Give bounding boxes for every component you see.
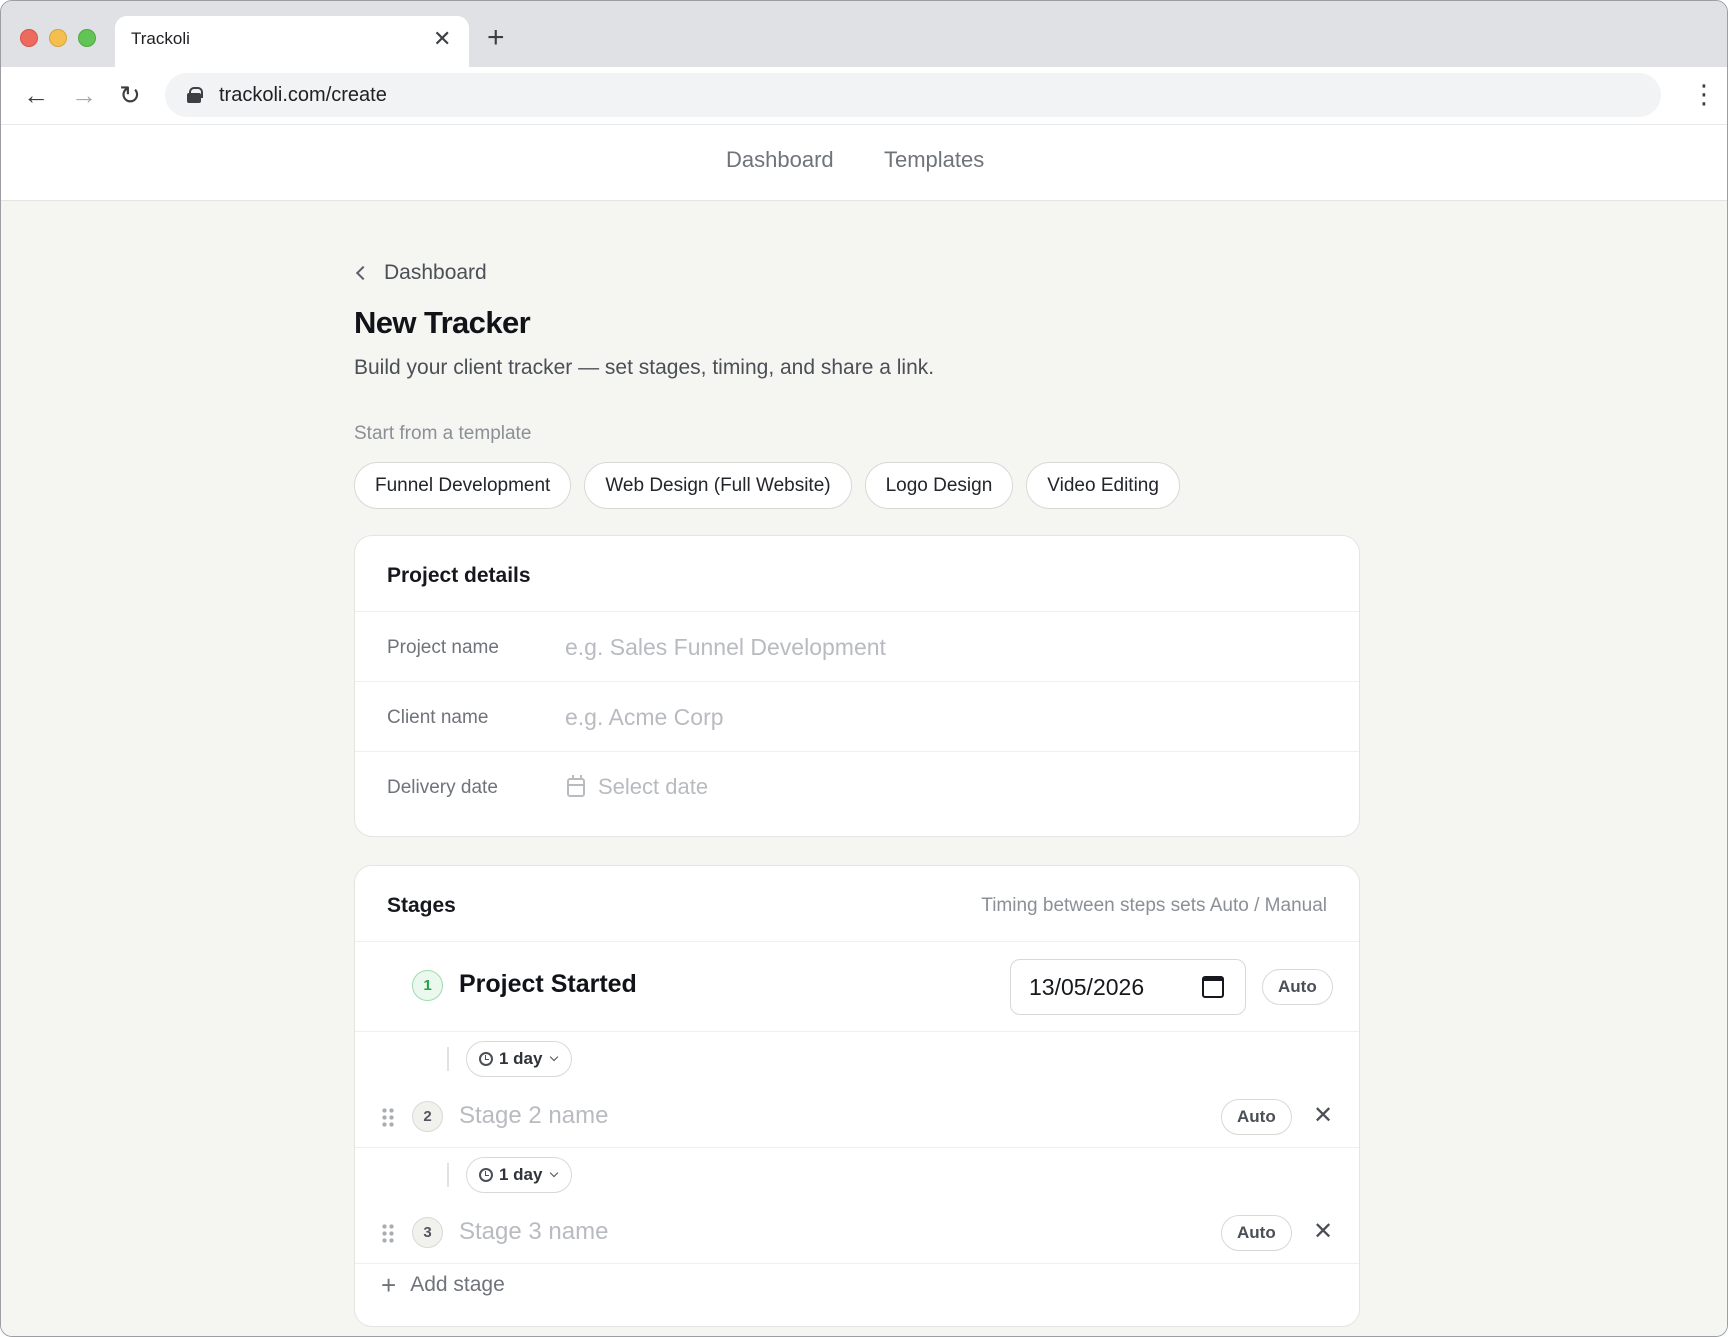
browser-menu-icon[interactable]: ⋮	[1691, 81, 1717, 107]
url-field[interactable]: trackoli.com/create	[165, 73, 1661, 117]
connector-line	[447, 1163, 449, 1187]
breadcrumb-back-link[interactable]: Dashboard	[354, 259, 487, 287]
date-value: 13/05/2026	[1029, 974, 1145, 1000]
tab-strip: Trackoli ✕ +	[1, 1, 1727, 67]
stage-number-badge: 3	[412, 1217, 443, 1248]
plus-icon: +	[381, 1270, 397, 1300]
stage-mode-toggle[interactable]: Auto	[1262, 969, 1333, 1005]
minimize-window-button[interactable]	[49, 29, 67, 47]
close-icon[interactable]: ✕	[1313, 1220, 1333, 1244]
template-chip-logo-design[interactable]: Logo Design	[864, 462, 1014, 509]
field-label: Delivery date	[387, 777, 498, 798]
card-title: Stages	[387, 894, 456, 917]
duration-label: 1 day	[499, 1049, 543, 1068]
stage-row-3: 3 Auto ✕	[355, 1202, 1359, 1264]
page-subtitle: Build your client tracker — set stages, …	[354, 356, 935, 379]
add-stage-label: Add stage	[410, 1273, 505, 1296]
new-tab-icon[interactable]: +	[487, 23, 505, 53]
calendar-icon[interactable]	[1202, 976, 1224, 998]
browser-window: Trackoli ✕ + ← → ↻ trackoli.com/create ⋮…	[0, 0, 1728, 1337]
clock-icon	[479, 1052, 493, 1066]
duration-dropdown[interactable]: 1 day	[466, 1157, 573, 1193]
stage-number-badge: 1	[412, 970, 443, 1001]
card-title: Project details	[387, 564, 531, 587]
stage-name-input[interactable]	[459, 1216, 1099, 1248]
stage-row-2: 2 Auto ✕	[355, 1086, 1359, 1148]
main-content: Dashboard New Tracker Build your client …	[1, 201, 1727, 1336]
date-placeholder: Select date	[598, 774, 709, 799]
template-chip-web-design[interactable]: Web Design (Full Website)	[584, 462, 852, 509]
address-bar: ← → ↻ trackoli.com/create ⋮	[1, 67, 1727, 125]
project-name-row: Project name	[355, 612, 1359, 682]
card-header: Project details	[355, 536, 1359, 612]
lock-icon	[187, 87, 203, 103]
delivery-date-row: Delivery date Select date	[355, 752, 1359, 836]
card-header: Stages Timing between steps sets Auto / …	[355, 866, 1359, 942]
template-section-label: Start from a template	[354, 423, 532, 444]
template-chip-list: Funnel Development Web Design (Full Webs…	[354, 462, 1180, 509]
delivery-date-picker[interactable]: Select date	[567, 774, 708, 800]
add-stage-button[interactable]: + Add stage	[381, 1272, 505, 1298]
stage-name: Project Started	[459, 970, 637, 998]
stage-name-input[interactable]	[459, 1100, 1099, 1132]
breadcrumb-label: Dashboard	[384, 261, 487, 284]
duration-dropdown[interactable]: 1 day	[466, 1041, 573, 1077]
calendar-icon	[567, 774, 585, 797]
connector-line	[447, 1047, 449, 1071]
drag-handle-icon[interactable]	[381, 1223, 394, 1243]
close-icon[interactable]: ✕	[1313, 1104, 1333, 1128]
nav-link-dashboard[interactable]: Dashboard	[726, 147, 834, 173]
chevron-down-icon	[550, 1052, 559, 1062]
maximize-window-button[interactable]	[78, 29, 96, 47]
stage-mode-toggle[interactable]: Auto	[1221, 1215, 1292, 1251]
stages-card: Stages Timing between steps sets Auto / …	[354, 865, 1360, 1327]
chevron-left-icon	[355, 265, 371, 281]
chevron-down-icon	[550, 1168, 559, 1178]
project-name-input[interactable]	[565, 630, 1325, 664]
close-icon[interactable]: ✕	[433, 28, 451, 50]
stages-hint: Timing between steps sets Auto / Manual	[981, 895, 1327, 916]
drag-handle-icon[interactable]	[381, 1107, 394, 1127]
close-window-button[interactable]	[20, 29, 38, 47]
client-name-row: Client name	[355, 682, 1359, 752]
back-arrow-icon[interactable]: ←	[23, 82, 49, 108]
stage-gap-row: 1 day	[355, 1148, 1359, 1202]
reload-icon[interactable]: ↻	[119, 82, 141, 108]
nav-link-templates[interactable]: Templates	[884, 147, 984, 173]
tab-title: Trackoli	[131, 29, 190, 48]
stage-number-badge: 2	[412, 1101, 443, 1132]
app-top-nav: Dashboard Templates	[1, 125, 1727, 201]
field-label: Client name	[387, 707, 489, 728]
field-label: Project name	[387, 637, 499, 658]
client-name-input[interactable]	[565, 700, 1325, 734]
stage-mode-toggle[interactable]: Auto	[1221, 1099, 1292, 1135]
project-details-card: Project details Project name Client name…	[354, 535, 1360, 837]
page-title: New Tracker	[354, 305, 531, 340]
template-chip-video-editing[interactable]: Video Editing	[1026, 462, 1180, 509]
clock-icon	[479, 1168, 493, 1182]
url-text: trackoli.com/create	[219, 84, 387, 106]
duration-label: 1 day	[499, 1165, 543, 1184]
template-chip-funnel-development[interactable]: Funnel Development	[354, 462, 572, 509]
forward-arrow-icon[interactable]: →	[71, 82, 97, 108]
stage-row-1: 1 Project Started 13/05/2026 Auto	[355, 942, 1359, 1032]
browser-tab-active[interactable]: Trackoli ✕	[115, 16, 469, 67]
stage-gap-row: 1 day	[355, 1032, 1359, 1086]
stage-date-input[interactable]: 13/05/2026	[1010, 959, 1246, 1015]
